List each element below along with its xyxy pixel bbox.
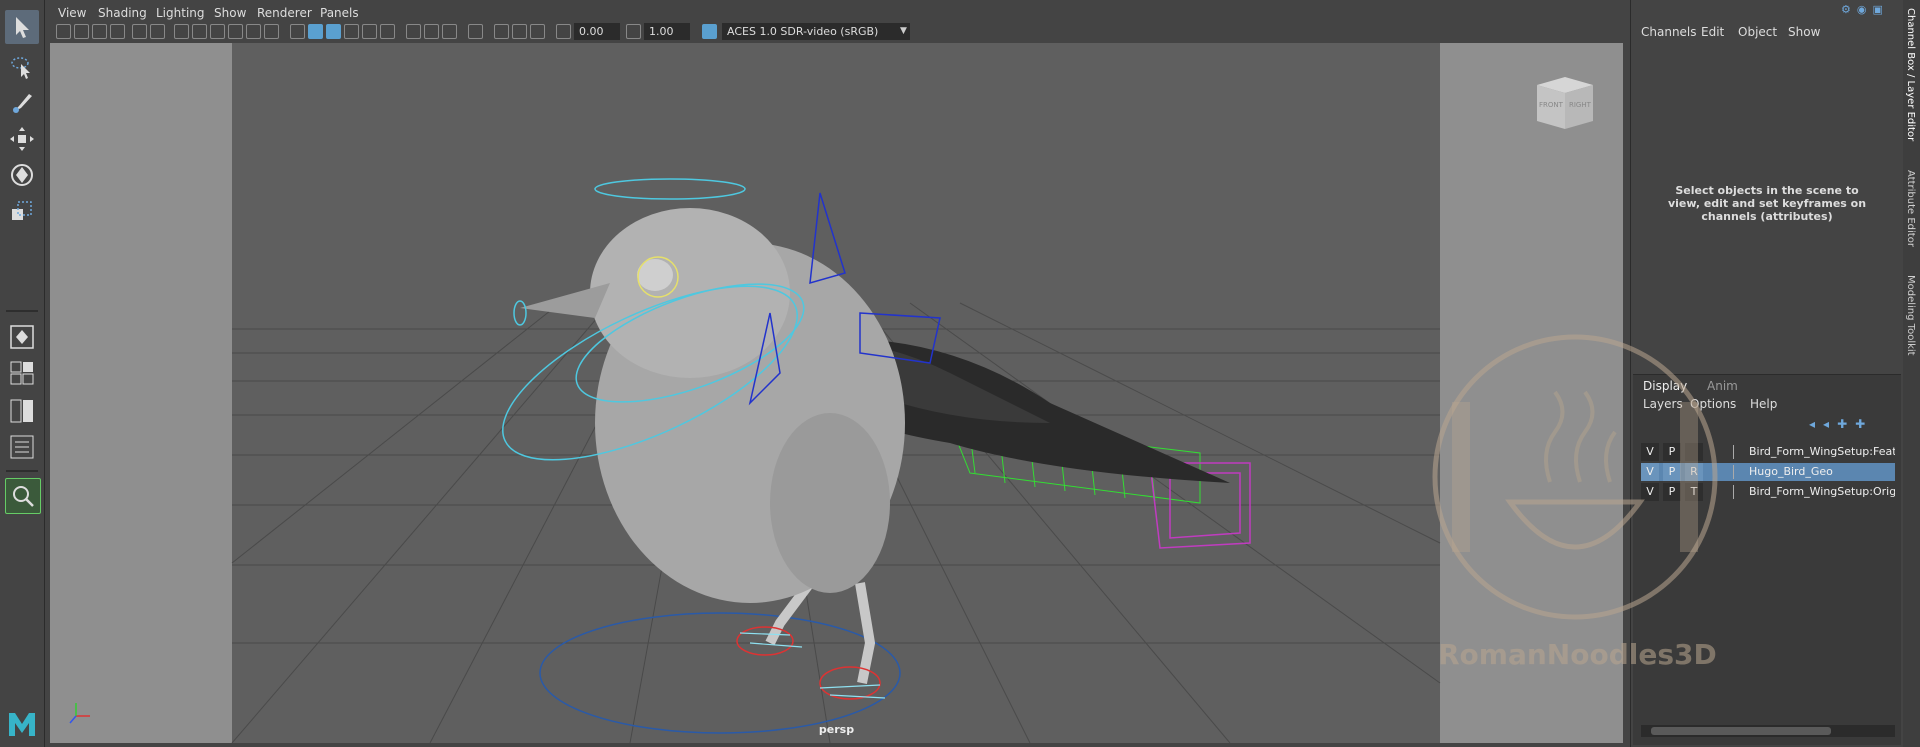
image-plane-icon[interactable]	[110, 24, 125, 39]
view-cube[interactable]: FRONT RIGHT	[1533, 73, 1597, 133]
tab-modeling-toolkit[interactable]: Modeling Toolkit	[1905, 275, 1916, 356]
watermark-logo	[1432, 334, 1718, 620]
tool-box	[0, 0, 45, 747]
menu-renderer[interactable]: Renderer	[257, 6, 312, 20]
horizontal-scrollbar[interactable]	[1641, 725, 1895, 737]
watermark-text: RomanNoodles3D	[1438, 638, 1717, 671]
menu-shading[interactable]: Shading	[98, 6, 147, 20]
exposure-icon[interactable]	[556, 24, 571, 39]
single-view-layout-icon[interactable]	[5, 320, 39, 354]
gamma-field[interactable]: 1.00	[644, 23, 690, 40]
field-chart-icon[interactable]	[246, 24, 261, 39]
viewport-toolbar: 0.00 1.00 ACES 1.0 SDR-video (sRGB) ▼	[50, 21, 1623, 44]
viewport-menu-bar: View Shading Lighting Show Renderer Pane…	[50, 3, 1623, 23]
smooth-shade-icon[interactable]	[308, 24, 323, 39]
gate-mask-icon[interactable]	[228, 24, 243, 39]
two-view-layout-icon[interactable]	[5, 394, 39, 428]
move-layer-up-icon[interactable]: ◂	[1809, 417, 1815, 431]
xray-icon[interactable]	[494, 24, 509, 39]
wireframe-icon[interactable]	[290, 24, 305, 39]
view-cube-right-label: RIGHT	[1569, 101, 1591, 109]
panel-header-icons: ⚙ ◉ ▣	[1841, 3, 1883, 16]
wireframe-on-shaded-icon[interactable]	[326, 24, 341, 39]
exposure-field[interactable]: 0.00	[574, 23, 620, 40]
move-tool-icon[interactable]	[5, 122, 39, 156]
layer-buttons: ◂ ◂ ✚ ✚	[1809, 417, 1865, 431]
grease-pencil-icon[interactable]	[150, 24, 165, 39]
xray-active-icon[interactable]	[530, 24, 545, 39]
new-layer-icon[interactable]: ✚	[1837, 417, 1847, 431]
layer-name[interactable]: Bird_Form_WingSetup:Original	[1749, 483, 1895, 501]
scale-tool-icon[interactable]	[5, 194, 39, 228]
anti-aliasing-icon[interactable]	[442, 24, 457, 39]
grid-icon[interactable]	[174, 24, 189, 39]
film-gate-icon[interactable]	[192, 24, 207, 39]
lasso-tool-icon[interactable]	[5, 50, 39, 84]
outliner-layout-icon[interactable]	[5, 430, 39, 464]
gamma-icon[interactable]	[626, 24, 641, 39]
scene-render[interactable]	[50, 43, 1623, 743]
chevron-down-icon[interactable]: ▼	[900, 26, 907, 36]
menu-show[interactable]: Show	[214, 6, 246, 20]
channel-box-empty-message: Select objects in the scene to view, edi…	[1667, 184, 1867, 223]
float-icon[interactable]: ▣	[1872, 3, 1882, 16]
2d-pan-zoom-icon[interactable]	[132, 24, 147, 39]
shadows-icon[interactable]	[380, 24, 395, 39]
menu-panels[interactable]: Panels	[320, 6, 359, 20]
maya-logo-icon	[6, 708, 38, 740]
menu-help[interactable]: Help	[1750, 397, 1777, 411]
menu-show[interactable]: Show	[1788, 25, 1820, 39]
layer-name[interactable]: Hugo_Bird_Geo	[1749, 463, 1895, 481]
xray-joints-icon[interactable]	[512, 24, 527, 39]
layer-name[interactable]: Bird_Form_WingSetup:FeathersLa	[1749, 443, 1895, 461]
view-transform-icon[interactable]	[702, 24, 717, 39]
view-cube-front-label: FRONT	[1539, 101, 1563, 109]
side-tabs: Channel Box / Layer Editor Attribute Edi…	[1903, 0, 1920, 747]
four-view-layout-icon[interactable]	[5, 356, 39, 390]
menu-object[interactable]: Object	[1738, 25, 1777, 39]
use-lights-icon[interactable]	[362, 24, 377, 39]
motion-blur-icon[interactable]	[424, 24, 439, 39]
isolate-select-icon[interactable]	[468, 24, 483, 39]
rotate-tool-icon[interactable]	[5, 158, 39, 192]
select-camera-icon[interactable]	[56, 24, 71, 39]
tab-attribute-editor[interactable]: Attribute Editor	[1905, 170, 1916, 247]
search-icon[interactable]	[5, 478, 41, 514]
menu-lighting[interactable]: Lighting	[156, 6, 205, 20]
layer-color-swatch[interactable]	[1733, 485, 1746, 499]
resolution-gate-icon[interactable]	[210, 24, 225, 39]
color-space-dropdown[interactable]: ACES 1.0 SDR-video (sRGB)	[722, 23, 910, 40]
camera-label: persp	[818, 723, 855, 736]
tab-channel-box-layer-editor[interactable]: Channel Box / Layer Editor	[1905, 8, 1916, 141]
viewport-3d[interactable]: FRONT RIGHT persp	[50, 43, 1623, 743]
menu-channels[interactable]: Channels	[1641, 25, 1697, 39]
layer-color-swatch[interactable]	[1733, 465, 1746, 479]
safe-action-icon[interactable]	[264, 24, 279, 39]
new-layer-from-selection-icon[interactable]: ✚	[1855, 417, 1865, 431]
select-tool-icon[interactable]	[5, 10, 39, 44]
move-layer-down-icon[interactable]: ◂	[1823, 417, 1829, 431]
menu-view[interactable]: View	[58, 6, 86, 20]
bookmark-icon[interactable]	[92, 24, 107, 39]
toolbox-divider	[6, 470, 38, 472]
settings-icon[interactable]: ⚙	[1841, 3, 1851, 16]
screen-space-ao-icon[interactable]	[406, 24, 421, 39]
menu-edit[interactable]: Edit	[1701, 25, 1724, 39]
layer-color-swatch[interactable]	[1733, 445, 1746, 459]
toolbox-divider	[6, 310, 38, 312]
pin-icon[interactable]: ◉	[1857, 3, 1867, 16]
scrollbar-thumb[interactable]	[1651, 727, 1831, 735]
textured-icon[interactable]	[344, 24, 359, 39]
paint-select-tool-icon[interactable]	[5, 86, 39, 120]
camera-attributes-icon[interactable]	[74, 24, 89, 39]
